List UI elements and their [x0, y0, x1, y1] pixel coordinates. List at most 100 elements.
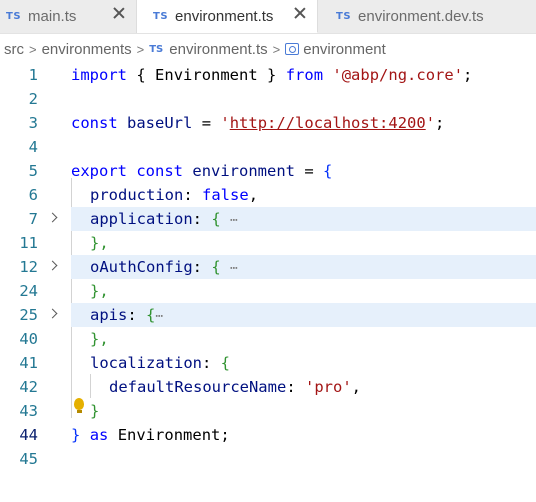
code-line: 2 [0, 87, 536, 111]
breadcrumb-item-src[interactable]: src [4, 41, 24, 58]
folded-ellipsis[interactable]: ⋯ [230, 213, 238, 228]
token-keyword: from [285, 66, 324, 84]
chevron-right-icon: > [29, 41, 37, 57]
tab-label: main.ts [28, 8, 77, 25]
token-brace: { [211, 258, 221, 276]
token-property: oAuthConfig [90, 258, 193, 276]
token-punct: : [192, 210, 202, 228]
code-line: 6 production: false, [0, 183, 536, 207]
lightbulb-icon[interactable] [74, 398, 84, 413]
code-text: localization: { [90, 351, 230, 375]
token-punct: , [351, 378, 362, 396]
code-text: } [90, 402, 100, 420]
code-text: defaultResourceName: 'pro', [109, 375, 361, 399]
token-string: ' [425, 114, 436, 132]
chevron-right-icon: > [136, 41, 145, 57]
breadcrumb-item-environments[interactable]: environments [42, 41, 132, 58]
url-link[interactable]: http://localhost:4200 [230, 114, 426, 132]
token-string: '@abp/ng.core' [332, 66, 464, 84]
token-keyword: false [202, 186, 249, 204]
symbol-variable-icon [285, 43, 300, 55]
token-keyword: as [89, 426, 109, 444]
code-line: 5 export const environment = { [0, 159, 536, 183]
code-line: 41 localization: { [0, 351, 536, 375]
code-text: } as Environment; [71, 423, 230, 447]
token-property: defaultResourceName [109, 378, 287, 396]
code-line: 45 [0, 447, 536, 471]
token-punct: ; [435, 114, 445, 132]
line-number: 6 [28, 186, 38, 204]
breadcrumb-item-file[interactable]: environment.ts [169, 41, 267, 58]
typescript-file-icon: TS [6, 11, 22, 22]
token-operator: = [304, 162, 314, 180]
code-line-current: 44 } as Environment; [0, 423, 536, 447]
line-number: 1 [28, 66, 38, 84]
line-number: 12 [19, 258, 38, 276]
code-line: 24 }, [0, 279, 536, 303]
code-text: oAuthConfig: { ⋯ [90, 255, 238, 281]
token-property: production [90, 186, 184, 204]
line-number: 11 [19, 234, 38, 252]
fold-chevron-icon[interactable] [47, 260, 58, 271]
editor-tab-bar: TS main.ts TS environment.ts TS environm… [0, 0, 536, 34]
code-text: import { Environment } from '@abp/ng.cor… [71, 63, 472, 87]
token-punct: ; [463, 66, 473, 84]
token-punct: : [192, 258, 202, 276]
line-number: 45 [19, 450, 38, 468]
code-line: 11 }, [0, 231, 536, 255]
tab-label: environment.dev.ts [358, 8, 484, 25]
token-keyword: const [136, 162, 184, 180]
code-line: 25 apis: {⋯ [0, 303, 536, 327]
typescript-file-icon: TS [336, 11, 352, 22]
breadcrumb-item-symbol[interactable]: environment [303, 41, 386, 58]
line-number: 43 [19, 402, 38, 420]
token-brace: } [267, 66, 277, 84]
token-variable: baseUrl [127, 114, 193, 132]
code-line: 40 }, [0, 327, 536, 351]
line-number: 42 [19, 378, 38, 396]
fold-chevron-icon[interactable] [47, 308, 58, 319]
tab-environment-dev-ts[interactable]: TS environment.dev.ts [318, 0, 536, 33]
line-number: 2 [28, 90, 38, 108]
token-brace: { [211, 210, 221, 228]
token-brace: { [220, 354, 231, 372]
close-icon[interactable] [112, 6, 126, 20]
fold-chevron-icon[interactable] [47, 212, 58, 223]
token-brace: { [323, 162, 333, 180]
line-number: 24 [19, 282, 38, 300]
code-text: }, [90, 330, 109, 348]
code-editor[interactable]: 1 import { Environment } from '@abp/ng.c… [0, 63, 536, 502]
close-icon[interactable] [293, 6, 307, 20]
line-number: 44 [19, 426, 38, 444]
line-number: 5 [28, 162, 38, 180]
token-variable: environment [192, 162, 296, 180]
code-text: }, [90, 234, 109, 252]
line-number: 25 [19, 306, 38, 324]
token-brace: } [71, 426, 81, 444]
folded-ellipsis[interactable]: ⋯ [155, 309, 163, 324]
token-brace: { [146, 306, 156, 324]
token-type: Environment; [117, 426, 230, 444]
chevron-right-icon: > [272, 41, 281, 57]
token-keyword: const [71, 114, 118, 132]
token-punct: : [286, 378, 296, 396]
token-keyword: export [71, 162, 127, 180]
tab-environment-ts[interactable]: TS environment.ts [137, 0, 318, 33]
tab-label: environment.ts [175, 7, 274, 25]
token-punct: , [248, 186, 259, 204]
token-property: application [90, 210, 193, 228]
token-property: apis [90, 306, 128, 324]
line-number: 7 [28, 210, 38, 228]
typescript-file-icon: TS [149, 43, 164, 55]
typescript-file-icon: TS [153, 10, 169, 22]
code-text: }, [90, 282, 109, 300]
code-line: 4 [0, 135, 536, 159]
breadcrumb: src > environments > TS environment.ts >… [0, 34, 536, 64]
token-brace: { [136, 66, 146, 84]
code-text: const baseUrl = 'http://localhost:4200'; [71, 111, 444, 135]
code-line: 3 const baseUrl = 'http://localhost:4200… [0, 111, 536, 135]
folded-ellipsis[interactable]: ⋯ [230, 261, 238, 276]
tab-main-ts[interactable]: TS main.ts [0, 0, 137, 33]
code-text: export const environment = { [71, 159, 332, 183]
line-number: 40 [19, 330, 38, 348]
